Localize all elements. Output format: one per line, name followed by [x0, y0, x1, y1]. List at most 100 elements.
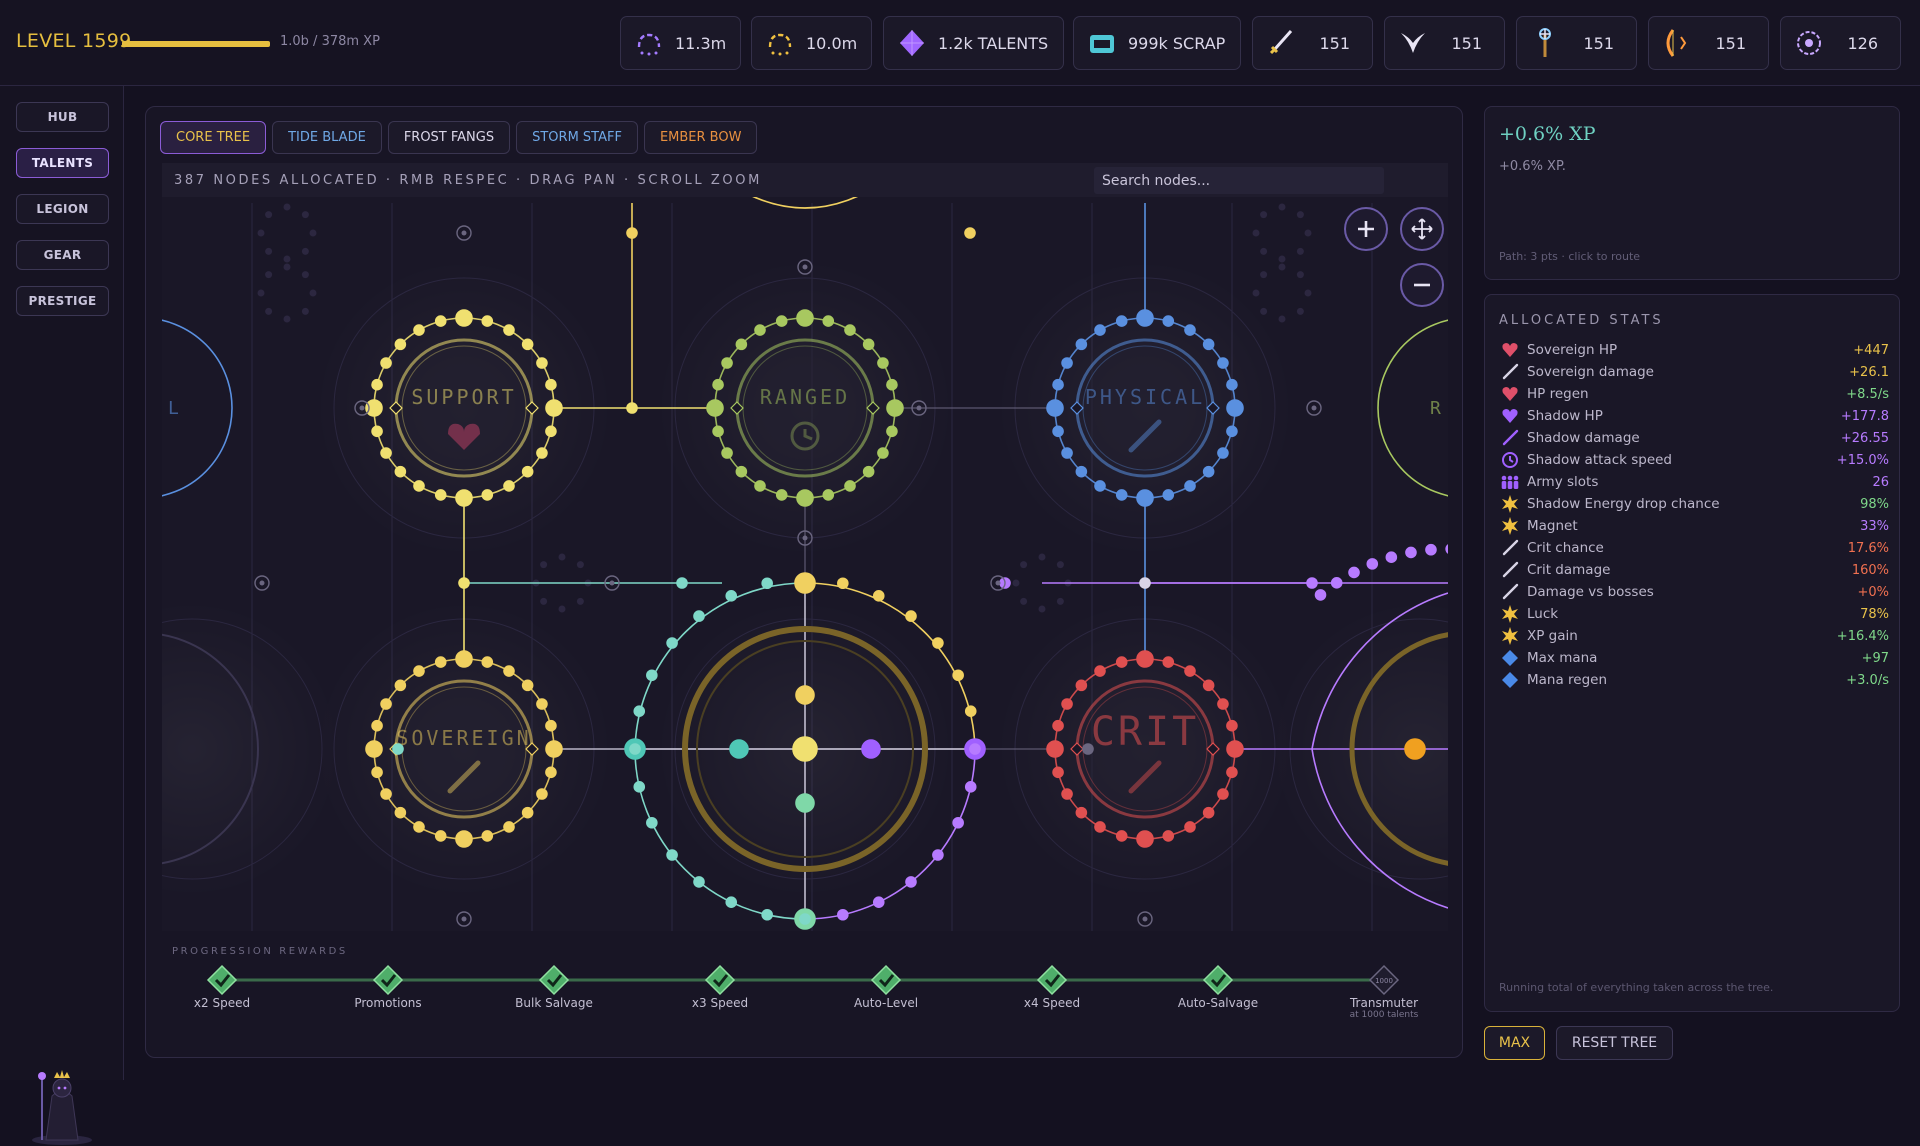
- nav-legion[interactable]: LEGION: [16, 194, 109, 224]
- talent-node[interactable]: [712, 425, 724, 438]
- talent-node[interactable]: [861, 739, 881, 759]
- talent-node[interactable]: [545, 378, 557, 391]
- talent-node[interactable]: [754, 324, 766, 336]
- talent-node[interactable]: [729, 739, 749, 759]
- talent-node[interactable]: [886, 378, 898, 391]
- talent-node[interactable]: [536, 698, 548, 710]
- talent-node[interactable]: [455, 650, 473, 668]
- resource-2[interactable]: 10.0m: [751, 16, 872, 70]
- talent-node[interactable]: [1082, 743, 1094, 755]
- talent-node[interactable]: [371, 766, 383, 779]
- talent-node[interactable]: [822, 489, 835, 501]
- resource-7[interactable]: 151: [1516, 16, 1637, 70]
- node-search-input[interactable]: [1094, 167, 1384, 194]
- talent-node[interactable]: [1226, 766, 1238, 779]
- talent-node[interactable]: [413, 665, 425, 677]
- talent-node[interactable]: [365, 740, 383, 758]
- talent-node[interactable]: [1046, 740, 1064, 758]
- core-node[interactable]: [792, 736, 818, 762]
- talent-node[interactable]: [1226, 399, 1244, 417]
- talent-node[interactable]: [545, 719, 557, 732]
- talent-node[interactable]: [536, 357, 548, 369]
- talent-node[interactable]: [796, 309, 814, 327]
- talent-node[interactable]: [1184, 480, 1196, 492]
- talent-tree-canvas[interactable]: 387 NODES ALLOCATED · RMB RESPEC · DRAG …: [162, 163, 1448, 931]
- talent-node[interactable]: [545, 766, 557, 779]
- talent-node[interactable]: [1094, 324, 1106, 336]
- talent-node[interactable]: [725, 590, 738, 602]
- talent-node[interactable]: [1052, 378, 1064, 391]
- talent-node[interactable]: [1404, 738, 1426, 760]
- reset-tree-button[interactable]: RESET TREE: [1556, 1026, 1673, 1060]
- talent-node[interactable]: [837, 908, 849, 921]
- resource-3[interactable]: 1.2k TALENTS: [883, 16, 1064, 70]
- talent-node[interactable]: [1184, 665, 1196, 677]
- talent-node[interactable]: [633, 781, 646, 793]
- talent-node[interactable]: [1445, 544, 1448, 554]
- talent-node[interactable]: [725, 896, 738, 908]
- talent-node[interactable]: [1348, 566, 1360, 579]
- talent-node[interactable]: [1046, 399, 1064, 417]
- talent-node[interactable]: [862, 338, 875, 351]
- talent-node[interactable]: [1184, 821, 1196, 833]
- talent-node[interactable]: [545, 399, 563, 417]
- talent-node[interactable]: [413, 324, 425, 336]
- talent-node[interactable]: [455, 830, 473, 848]
- talent-node[interactable]: [394, 679, 407, 692]
- talent-node[interactable]: [1162, 830, 1175, 842]
- talent-node[interactable]: [455, 489, 473, 507]
- talent-node[interactable]: [481, 656, 494, 668]
- talent-node[interactable]: [877, 357, 889, 369]
- nav-gear[interactable]: GEAR: [16, 240, 109, 270]
- talent-node[interactable]: [626, 227, 638, 239]
- talent-node[interactable]: [1115, 656, 1128, 668]
- talent-node[interactable]: [1052, 766, 1064, 779]
- talent-node[interactable]: [1226, 378, 1238, 391]
- talent-node[interactable]: [1226, 425, 1238, 438]
- resource-6[interactable]: 151: [1384, 16, 1505, 70]
- talent-node[interactable]: [837, 577, 849, 590]
- talent-node[interactable]: [1139, 577, 1151, 589]
- talent-node[interactable]: [799, 913, 811, 925]
- talent-node[interactable]: [1306, 577, 1318, 589]
- talent-node[interactable]: [1115, 315, 1128, 327]
- tab-ember-bow[interactable]: EMBER BOW: [643, 121, 758, 154]
- talent-node[interactable]: [1366, 558, 1379, 570]
- talent-node[interactable]: [886, 399, 904, 417]
- talent-node[interactable]: [761, 908, 773, 921]
- talent-node[interactable]: [1226, 740, 1244, 758]
- talent-node[interactable]: [413, 480, 425, 492]
- talent-node[interactable]: [458, 577, 470, 589]
- talent-node[interactable]: [735, 338, 748, 351]
- talent-node[interactable]: [964, 227, 976, 239]
- talent-node[interactable]: [503, 665, 515, 677]
- talent-node[interactable]: [905, 610, 917, 622]
- talent-node[interactable]: [1136, 489, 1154, 507]
- talent-node[interactable]: [1385, 551, 1398, 563]
- talent-node[interactable]: [754, 480, 766, 492]
- talent-node[interactable]: [394, 338, 407, 351]
- talent-node[interactable]: [413, 821, 425, 833]
- talent-node[interactable]: [1136, 309, 1154, 327]
- talent-node[interactable]: [1094, 665, 1106, 677]
- talent-node[interactable]: [1061, 357, 1073, 369]
- talent-node[interactable]: [1136, 830, 1154, 848]
- talent-node[interactable]: [394, 465, 407, 478]
- talent-node[interactable]: [877, 447, 889, 459]
- talent-node[interactable]: [633, 705, 646, 717]
- talent-node[interactable]: [481, 315, 494, 327]
- talent-node[interactable]: [371, 425, 383, 438]
- nav-prestige[interactable]: PRESTIGE: [16, 286, 109, 316]
- talent-node[interactable]: [872, 590, 885, 602]
- talent-node[interactable]: [761, 577, 773, 590]
- talent-node[interactable]: [932, 849, 944, 861]
- talent-node[interactable]: [693, 610, 705, 622]
- resource-4[interactable]: 999k SCRAP: [1073, 16, 1241, 70]
- talent-node[interactable]: [629, 743, 641, 755]
- talent-node[interactable]: [1075, 338, 1088, 351]
- zoom-in-button[interactable]: [1344, 207, 1388, 251]
- talent-node[interactable]: [735, 465, 748, 478]
- resource-1[interactable]: 11.3m: [620, 16, 741, 70]
- talent-node[interactable]: [1052, 425, 1064, 438]
- talent-node[interactable]: [964, 705, 977, 717]
